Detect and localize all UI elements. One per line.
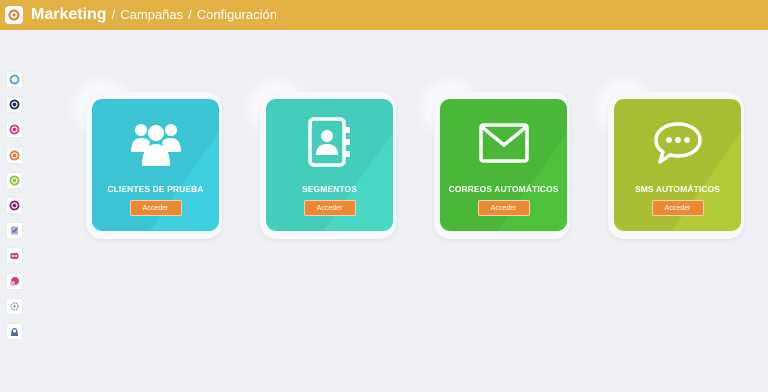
breadcrumb-configuracion: Configuración: [196, 7, 277, 22]
sidebar-item-2[interactable]: [7, 97, 22, 113]
power-icon: [9, 124, 20, 135]
checklist-icon: [11, 226, 18, 235]
breadcrumb: Marketing / Campañas / Configuración: [31, 6, 277, 24]
sidebar: [7, 72, 23, 349]
breadcrumb-campanas[interactable]: Campañas: [120, 7, 183, 22]
sidebar-item-3[interactable]: [7, 122, 22, 138]
power-icon: [9, 99, 20, 110]
speech-bubble-icon: [653, 117, 703, 169]
circle-arrow-icon: [9, 74, 20, 85]
envelope-icon: [478, 117, 529, 169]
acceder-button[interactable]: Acceder: [477, 200, 530, 216]
app-logo[interactable]: [5, 6, 23, 24]
breadcrumb-separator: /: [111, 7, 116, 22]
card-panel[interactable]: CORREOS AUTOMÁTICOS Acceder: [440, 99, 567, 231]
power-icon: [9, 200, 20, 211]
sidebar-item-4[interactable]: [7, 147, 22, 163]
card-correos-automaticos: CORREOS AUTOMÁTICOS Acceder: [434, 92, 570, 239]
acceder-button[interactable]: Acceder: [129, 200, 182, 216]
sidebar-item-8[interactable]: [7, 248, 22, 264]
acceder-button[interactable]: Acceder: [651, 200, 704, 216]
sidebar-item-6[interactable]: [7, 197, 22, 213]
header-bar: Marketing / Campañas / Configuración: [0, 0, 768, 30]
sidebar-item-11[interactable]: [7, 323, 22, 339]
breadcrumb-separator: /: [188, 7, 192, 22]
sidebar-item-7[interactable]: [7, 223, 22, 239]
card-panel[interactable]: CLIENTES DE PRUEBA Acceder: [92, 99, 219, 231]
acceder-button[interactable]: Acceder: [303, 200, 356, 216]
power-icon: [9, 175, 20, 186]
card-title: SMS AUTOMÁTICOS: [634, 184, 721, 194]
power-icon: [9, 150, 20, 161]
sidebar-item-9[interactable]: [7, 273, 22, 289]
card-title: CORREOS AUTOMÁTICOS: [448, 184, 559, 194]
logo-icon: [8, 9, 20, 21]
card-sms-automaticos: SMS AUTOMÁTICOS Acceder: [608, 92, 744, 239]
page-title[interactable]: Marketing: [31, 6, 107, 24]
sidebar-item-10[interactable]: [7, 298, 22, 314]
sidebar-item-1[interactable]: [7, 72, 22, 87]
gear-network-icon: [10, 302, 19, 311]
card-segmentos: SEGMENTOS Acceder: [260, 92, 396, 239]
sidebar-item-5[interactable]: [7, 172, 22, 188]
person-icon: [11, 327, 18, 336]
card-title: CLIENTES DE PRUEBA: [107, 184, 204, 194]
contact-book-icon: [307, 117, 353, 169]
card-title: SEGMENTOS: [301, 184, 358, 194]
card-clientes-de-prueba: CLIENTES DE PRUEBA Acceder: [86, 92, 222, 239]
robot-icon: [10, 253, 19, 260]
card-panel[interactable]: SEGMENTOS Acceder: [266, 99, 393, 231]
users-icon: [129, 117, 183, 169]
chat-bubble-icon: [10, 276, 19, 286]
card-panel[interactable]: SMS AUTOMÁTICOS Acceder: [614, 99, 741, 231]
